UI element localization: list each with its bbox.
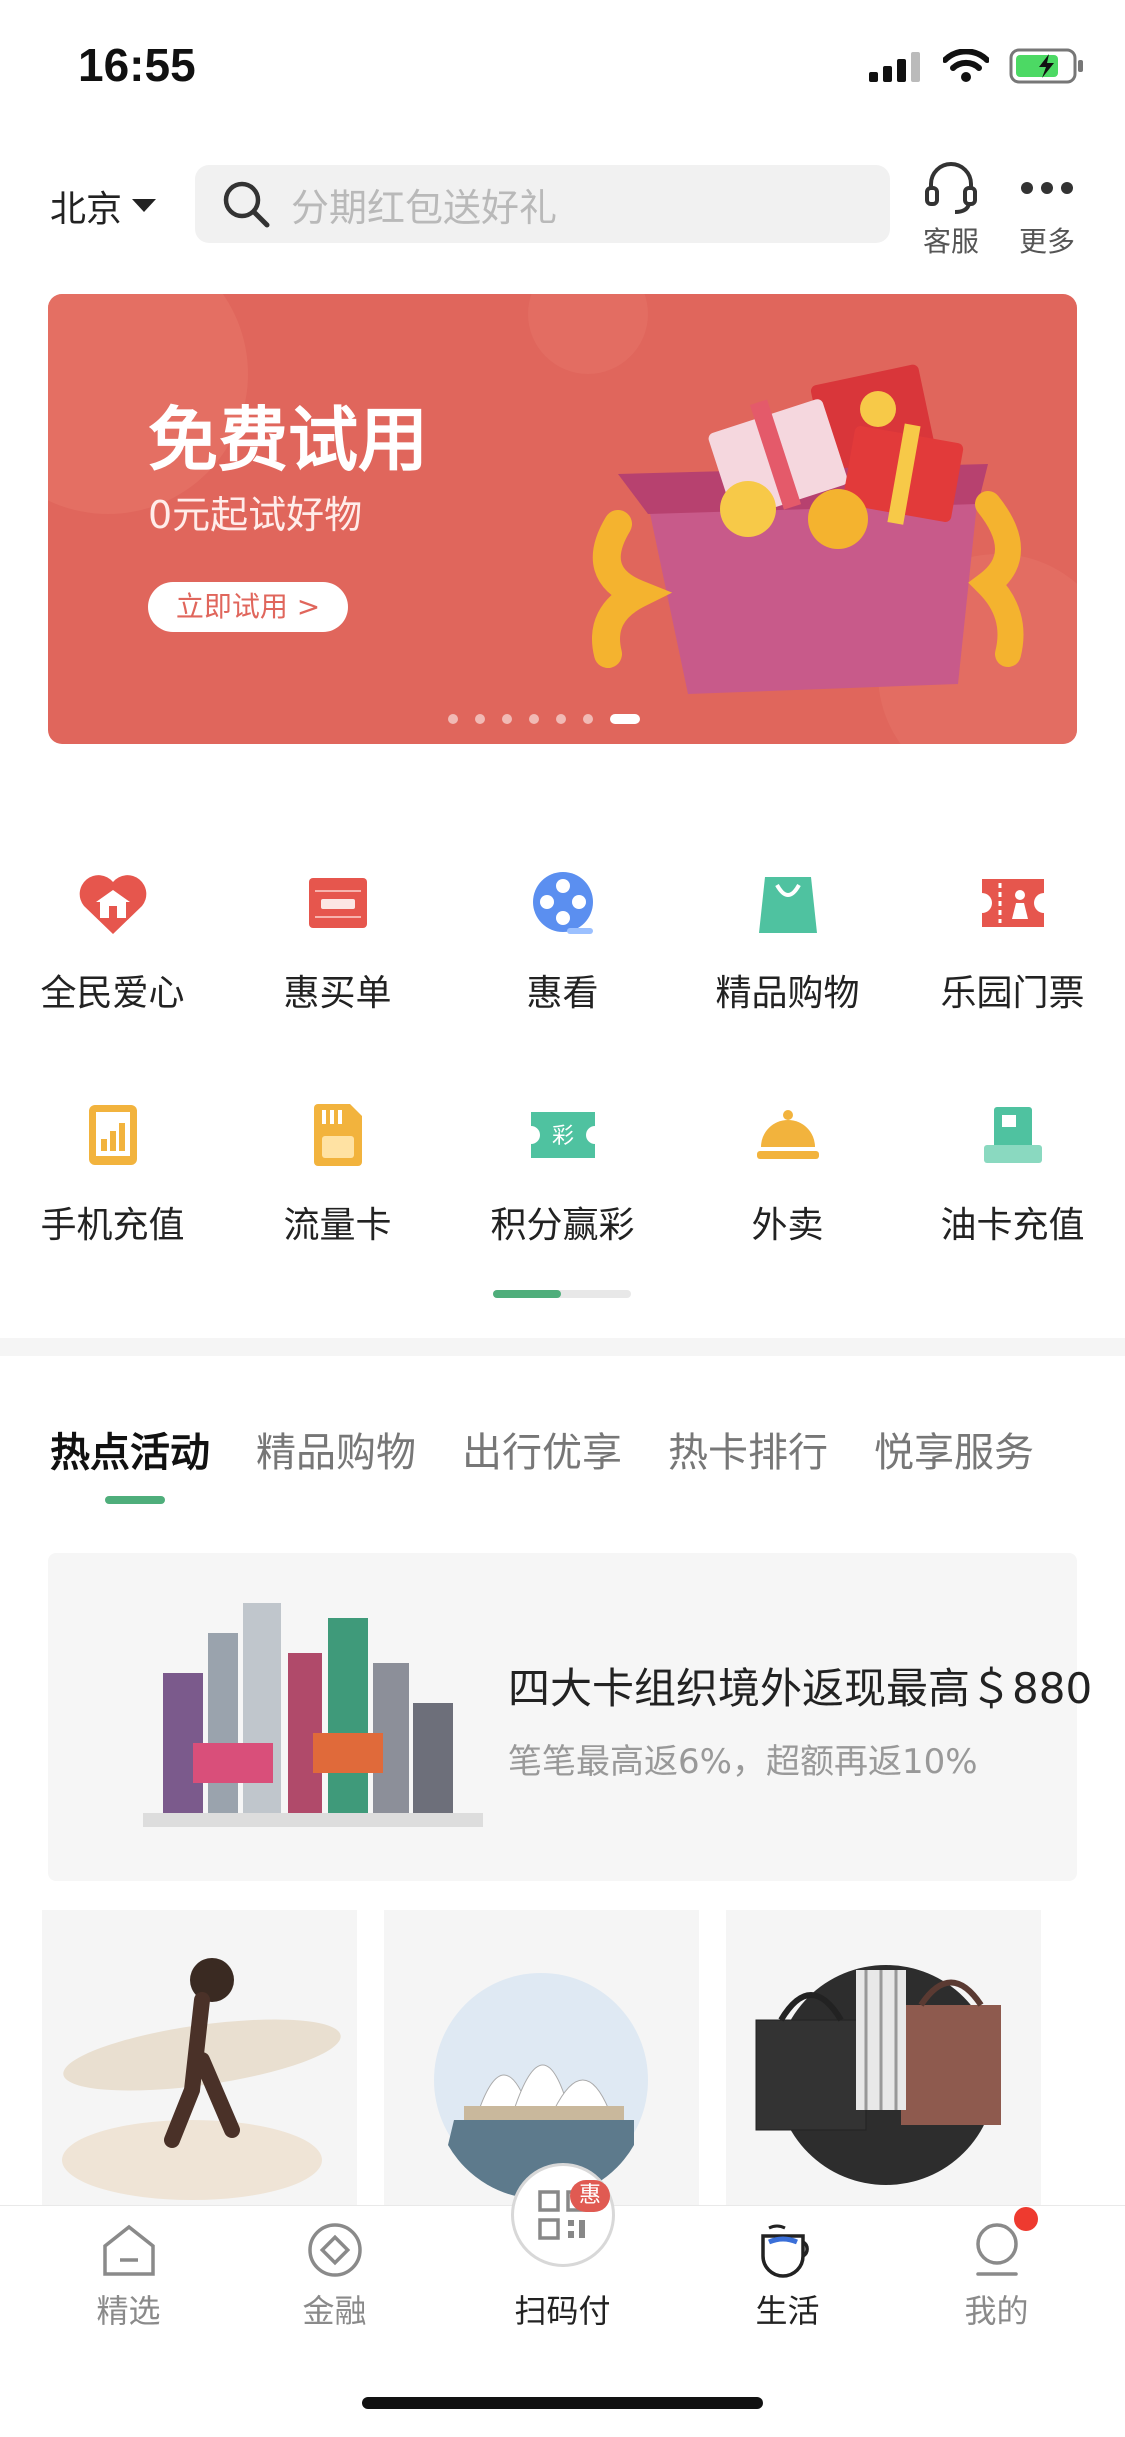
- service-label: 油卡充值: [940, 1205, 1085, 1246]
- notification-dot: [1014, 2207, 1038, 2231]
- tab-label: 金融: [302, 2292, 367, 2330]
- tab-travel-deals[interactable]: 出行优享: [462, 1420, 622, 1478]
- customer-service-button[interactable]: 客服: [906, 160, 996, 260]
- shopping-bag-icon: [753, 868, 823, 938]
- service-liuliang-ka[interactable]: 流量卡: [225, 1100, 450, 1248]
- tab-label: 精选: [96, 2292, 161, 2330]
- promo-subtitle: 笔笔最高返6%，超额再返10%: [508, 1742, 978, 1782]
- service-label: 流量卡: [283, 1205, 392, 1246]
- city-selector[interactable]: 北京: [50, 180, 157, 232]
- tab-jingxuan[interactable]: 精选: [16, 2222, 241, 2332]
- service-waimai[interactable]: 外卖: [675, 1100, 900, 1248]
- try-now-button[interactable]: 立即试用 >: [148, 582, 348, 632]
- headset-icon: [925, 162, 977, 214]
- tab-card-ranking[interactable]: 热卡排行: [668, 1420, 828, 1478]
- wifi-icon: [943, 49, 989, 82]
- status-icons: [869, 48, 1085, 84]
- home-icon: [102, 2224, 155, 2276]
- shopping-bags-image: [755, 1965, 1001, 2185]
- service-label: 乐园门票: [940, 973, 1085, 1014]
- search-placeholder: 分期红包送好礼: [291, 185, 558, 230]
- sim-card-icon: [303, 1100, 373, 1170]
- battery-icon: [1009, 48, 1083, 84]
- hui-badge: 惠: [570, 2180, 610, 2212]
- sydney-opera-house-image: [434, 1973, 648, 2200]
- tab-boutique-shopping[interactable]: 精品购物: [256, 1420, 416, 1478]
- surfer-tile[interactable]: [42, 1910, 357, 2210]
- tab-shenghuo[interactable]: 生活: [675, 2222, 900, 2332]
- phone-chart-icon: [78, 1100, 148, 1170]
- tab-premium-services[interactable]: 悦享服务: [874, 1420, 1034, 1478]
- status-time: 16:55: [78, 39, 196, 91]
- service-hui-kan[interactable]: 惠看: [450, 868, 675, 1016]
- service-leyuan-menpiao[interactable]: 乐园门票: [900, 868, 1125, 1016]
- promo-title: 四大卡组织境外返现最高＄880: [508, 1664, 1093, 1713]
- food-cloche-icon: [753, 1100, 823, 1170]
- active-tab-underline: [105, 1496, 165, 1504]
- service-label: 积分赢彩: [490, 1205, 635, 1246]
- carousel-dot[interactable]: [475, 714, 485, 724]
- surfer-image: [62, 1958, 341, 2200]
- service-quanmin-aixin[interactable]: 全民爱心: [0, 868, 225, 1016]
- section-divider: [0, 1338, 1125, 1356]
- tab-hot-activities[interactable]: 热点活动: [50, 1420, 210, 1478]
- film-reel-icon: [528, 868, 598, 938]
- tab-jinrong[interactable]: 金融: [222, 2222, 447, 2332]
- more-label: 更多: [1018, 225, 1075, 258]
- coffee-cup-icon: [760, 2224, 809, 2278]
- search-icon: [223, 181, 270, 228]
- carousel-dots: [448, 714, 640, 724]
- finance-icon: [307, 2223, 362, 2277]
- service-youka-chongzhi[interactable]: 油卡充值: [900, 1100, 1125, 1248]
- service-label: 手机充值: [40, 1205, 185, 1246]
- heart-home-icon: [78, 868, 148, 938]
- shopping-tile[interactable]: [726, 1910, 1041, 2210]
- gift-box-illustration: [592, 364, 1024, 694]
- profile-icon: [975, 2223, 1018, 2276]
- tab-wode[interactable]: 我的: [884, 2222, 1109, 2332]
- city-label: 北京: [50, 189, 123, 230]
- banner-title: 免费试用: [148, 399, 428, 481]
- service-label: 惠看: [526, 973, 599, 1014]
- more-dots-icon: [1021, 182, 1073, 194]
- city-skyline-image: [143, 1603, 483, 1827]
- tab-label: 我的: [964, 2292, 1029, 2330]
- svg-text:彩: 彩: [551, 1124, 573, 1149]
- receipt-icon: [303, 868, 373, 938]
- promo-card[interactable]: [48, 1553, 1077, 1881]
- home-indicator: [362, 2397, 763, 2409]
- service-hui-maidan[interactable]: 惠买单: [225, 868, 450, 1016]
- service-label: 全民爱心: [40, 973, 185, 1014]
- carousel-dot[interactable]: [502, 714, 512, 724]
- sydney-tile[interactable]: [384, 1910, 699, 2210]
- banner-subtitle: 0元起试好物: [148, 493, 363, 537]
- carousel-dot[interactable]: [529, 714, 539, 724]
- tab-scan-pay[interactable]: 扫码付: [450, 2286, 675, 2332]
- tab-label: 生活: [755, 2292, 820, 2330]
- service-label: 精品购物: [715, 973, 860, 1014]
- ticket-icon: [978, 868, 1048, 938]
- tab-label: 扫码付: [514, 2292, 611, 2330]
- grid-page-indicator-thumb: [493, 1290, 561, 1298]
- customer-service-label: 客服: [922, 225, 979, 258]
- carousel-dot[interactable]: [556, 714, 566, 724]
- carousel-dot[interactable]: [448, 714, 458, 724]
- lottery-ticket-icon: 彩: [528, 1100, 598, 1170]
- category-tabs: 热点活动 精品购物 出行优享 热卡排行 悦享服务: [50, 1420, 1034, 1478]
- service-label: 惠买单: [283, 973, 392, 1014]
- service-label: 外卖: [751, 1205, 824, 1246]
- service-shouji-chongzhi[interactable]: 手机充值: [0, 1100, 225, 1248]
- service-jifen-yingcai[interactable]: 彩 积分赢彩: [450, 1100, 675, 1248]
- caret-down-icon: [132, 199, 157, 212]
- service-jingpin-gouwu[interactable]: 精品购物: [675, 868, 900, 1016]
- signal-icon: [869, 52, 920, 82]
- carousel-dot-active[interactable]: [610, 714, 640, 724]
- fuel-card-icon: [978, 1100, 1048, 1170]
- carousel-dot[interactable]: [583, 714, 593, 724]
- promo-banner[interactable]: 免费试用 0元起试好物 立即试用 >: [48, 294, 1077, 744]
- more-button[interactable]: 更多: [1002, 160, 1092, 260]
- search-bar[interactable]: 分期红包送好礼: [195, 165, 890, 243]
